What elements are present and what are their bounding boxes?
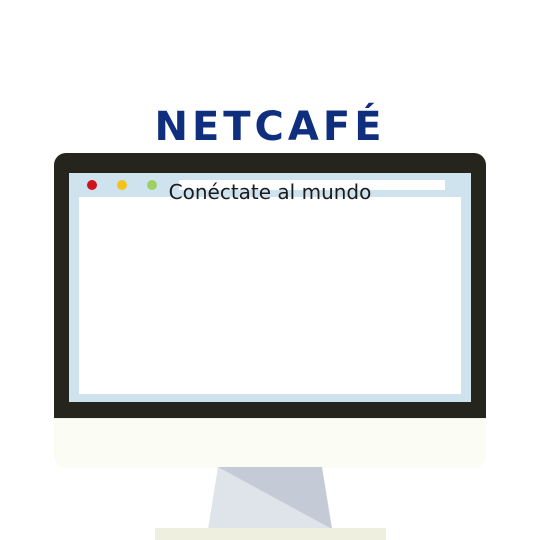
browser-viewport: [79, 197, 461, 394]
monitor-base: [155, 528, 386, 540]
monitor-stand: [208, 467, 332, 529]
browser-window: [69, 173, 471, 402]
monitor-chin: [54, 418, 486, 468]
brand-title: NETCAFÉ: [154, 104, 386, 150]
brand-tagline: Conéctate al mundo: [168, 180, 372, 204]
